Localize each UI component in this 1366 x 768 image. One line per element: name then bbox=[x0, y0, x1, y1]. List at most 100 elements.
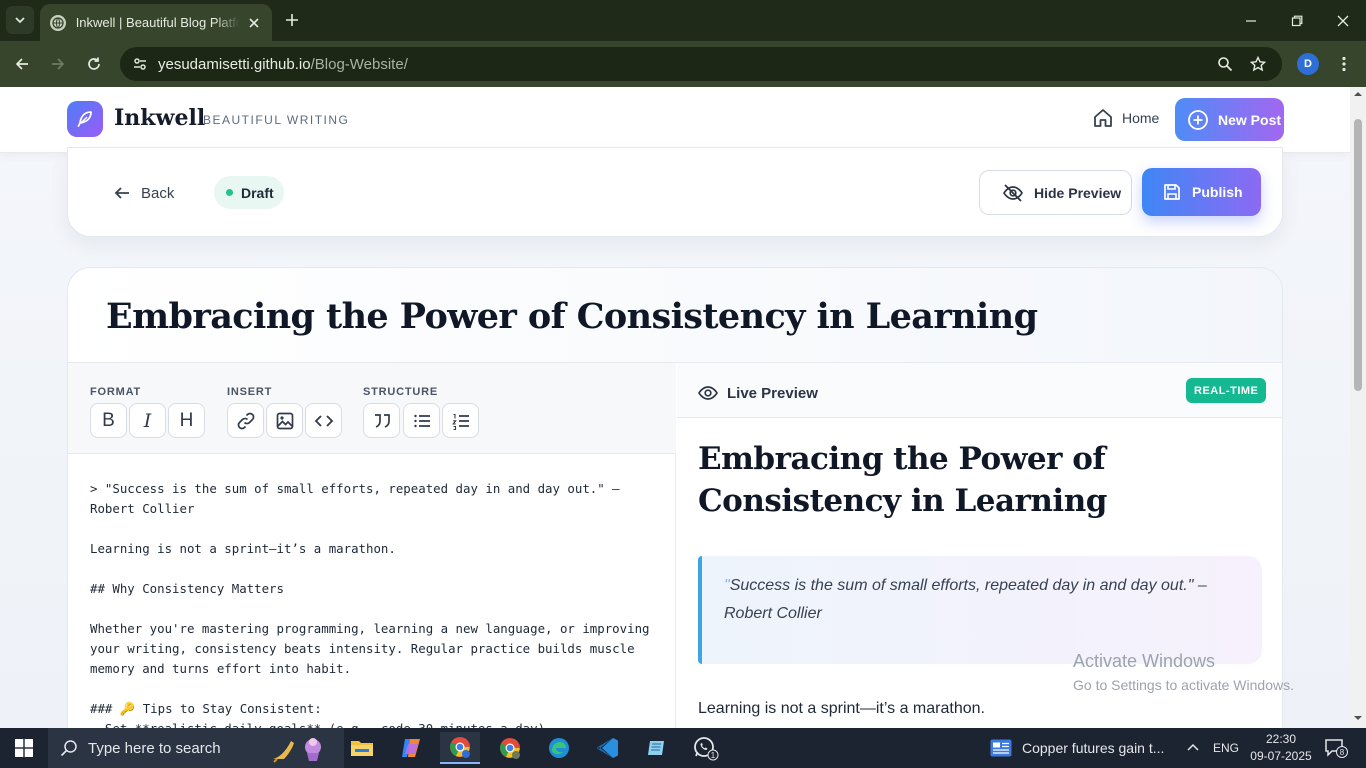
bold-button[interactable]: B bbox=[90, 403, 127, 438]
bullet-list-button[interactable] bbox=[403, 403, 440, 438]
italic-icon: I bbox=[143, 409, 152, 432]
hide-preview-button[interactable]: Hide Preview bbox=[979, 170, 1132, 215]
close-window-button[interactable] bbox=[1320, 0, 1366, 41]
back-button[interactable]: Back bbox=[113, 184, 174, 202]
notification-icon: 8 bbox=[1325, 739, 1348, 758]
zoom-button[interactable] bbox=[1211, 50, 1239, 78]
reload-icon bbox=[88, 57, 100, 70]
tray-overflow-button[interactable] bbox=[1186, 728, 1200, 768]
reload-button[interactable] bbox=[80, 50, 108, 78]
code-icon bbox=[314, 414, 333, 427]
heading-button[interactable]: H bbox=[168, 403, 205, 438]
windows-taskbar: Type here to search 1 Copper futures gai… bbox=[0, 728, 1366, 768]
home-nav-link[interactable]: Home bbox=[1092, 107, 1159, 129]
insert-code-button[interactable] bbox=[305, 403, 342, 438]
italic-button[interactable]: I bbox=[129, 403, 166, 438]
activate-windows-title: Activate Windows bbox=[1073, 651, 1216, 671]
structure-group-label: STRUCTURE bbox=[363, 386, 439, 398]
browser-tab[interactable]: Inkwell | Beautiful Blog Platform bbox=[40, 4, 272, 41]
editor-toolbar-card: Back Draft Hide Preview Publish bbox=[67, 147, 1283, 237]
numbered-list-button[interactable] bbox=[442, 403, 479, 438]
vscode-taskbar-icon[interactable] bbox=[588, 732, 628, 764]
insert-image-button[interactable] bbox=[266, 403, 303, 438]
chrome-taskbar-icon[interactable] bbox=[440, 732, 480, 764]
insert-group-label: INSERT bbox=[227, 386, 273, 398]
preview-quote-text: "Success is the sum of small efforts, re… bbox=[724, 572, 1240, 628]
browser-menu-button[interactable] bbox=[1330, 50, 1358, 78]
new-post-label: New Post bbox=[1218, 111, 1282, 128]
edge-taskbar-icon[interactable] bbox=[539, 732, 579, 764]
windows-logo-icon bbox=[15, 739, 33, 757]
brand-tagline: BEAUTIFUL WRITING bbox=[203, 113, 350, 127]
image-icon bbox=[276, 412, 293, 429]
url-text: yesudamisetti.github.io/Blog-Website/ bbox=[158, 56, 408, 73]
scrollbar-thumb[interactable] bbox=[1354, 119, 1362, 391]
activate-windows-watermark: Activate Windows Go to Settings to activ… bbox=[1073, 651, 1294, 693]
file-explorer-taskbar-icon[interactable] bbox=[342, 732, 382, 764]
news-widget[interactable]: Copper futures gain t... bbox=[990, 728, 1164, 768]
arrow-left-icon bbox=[114, 187, 129, 199]
home-icon bbox=[1094, 109, 1112, 127]
browser-tab-strip: Inkwell | Beautiful Blog Platform bbox=[0, 0, 1366, 41]
live-preview-label: Live Preview bbox=[727, 384, 818, 402]
taskbar-search-box[interactable]: Type here to search bbox=[48, 728, 344, 768]
link-icon bbox=[237, 412, 254, 429]
notification-count: 8 bbox=[1340, 748, 1345, 757]
whatsapp-taskbar-icon[interactable]: 1 bbox=[686, 732, 726, 764]
star-icon bbox=[1250, 56, 1266, 72]
notifications-button[interactable]: 8 bbox=[1324, 728, 1348, 768]
status-badge: Draft bbox=[214, 176, 284, 209]
url-path: /Blog-Website/ bbox=[310, 55, 408, 73]
zoom-icon bbox=[1218, 57, 1233, 72]
copilot-taskbar-icon[interactable] bbox=[391, 732, 431, 764]
site-info-icon[interactable] bbox=[126, 50, 154, 78]
new-post-button[interactable]: New Post bbox=[1175, 98, 1284, 141]
preview-title: Embracing the Power of Consistency in Le… bbox=[698, 441, 1107, 519]
hide-preview-label: Hide Preview bbox=[1034, 184, 1122, 201]
scroll-up-icon[interactable] bbox=[1350, 89, 1366, 99]
address-bar[interactable]: yesudamisetti.github.io/Blog-Website/ bbox=[120, 47, 1282, 81]
tab-search-button[interactable] bbox=[6, 6, 34, 34]
start-button[interactable] bbox=[0, 728, 48, 768]
profile-avatar[interactable]: D bbox=[1297, 53, 1319, 75]
input-language[interactable]: ENG bbox=[1213, 728, 1239, 768]
forward-nav-button[interactable] bbox=[44, 50, 72, 78]
scroll-down-icon[interactable] bbox=[1350, 713, 1366, 723]
page-scrollbar[interactable] bbox=[1350, 87, 1366, 728]
feather-logo-icon[interactable] bbox=[67, 101, 103, 137]
realtime-badge: REAL-TIME bbox=[1186, 378, 1267, 403]
preview-header: Live Preview REAL-TIME bbox=[677, 363, 1282, 418]
quote-icon bbox=[374, 413, 390, 428]
title-area: Embracing the Power of Consistency in Le… bbox=[68, 268, 1282, 363]
news-icon bbox=[990, 739, 1012, 757]
minimize-button[interactable] bbox=[1228, 0, 1274, 41]
home-nav-label: Home bbox=[1122, 110, 1160, 126]
status-label: Draft bbox=[241, 184, 274, 201]
format-group-label: FORMAT bbox=[90, 386, 142, 398]
page-viewport: Inkwell BEAUTIFUL WRITING Home New Post … bbox=[0, 87, 1350, 728]
whatsapp-badge: 1 bbox=[711, 751, 716, 760]
markdown-editor-pane: FORMAT INSERT STRUCTURE B I H > "Success… bbox=[68, 363, 676, 728]
more-vertical-icon bbox=[1342, 56, 1346, 72]
arrow-left-icon bbox=[15, 58, 28, 70]
activate-windows-subtitle: Go to Settings to activate Windows. bbox=[1073, 677, 1294, 693]
site-header: Inkwell BEAUTIFUL WRITING Home New Post bbox=[0, 87, 1350, 153]
insert-link-button[interactable] bbox=[227, 403, 264, 438]
quote-button[interactable] bbox=[363, 403, 400, 438]
chevron-up-icon bbox=[1187, 743, 1199, 751]
markdown-textarea[interactable]: > "Success is the sum of small efforts, … bbox=[90, 479, 660, 728]
restore-icon bbox=[1291, 15, 1303, 26]
brand-name[interactable]: Inkwell bbox=[114, 105, 205, 131]
back-nav-button[interactable] bbox=[8, 50, 36, 78]
restore-button[interactable] bbox=[1274, 0, 1320, 41]
bookmark-button[interactable] bbox=[1244, 50, 1272, 78]
clock-time: 22:30 bbox=[1265, 732, 1297, 746]
new-tab-button[interactable] bbox=[280, 8, 304, 32]
taskbar-clock[interactable]: 22:30 09-07-2025 bbox=[1246, 731, 1316, 765]
tab-close-button[interactable] bbox=[246, 15, 262, 31]
chrome-profile-taskbar-icon[interactable] bbox=[490, 732, 530, 764]
back-label: Back bbox=[141, 184, 175, 202]
publish-button[interactable]: Publish bbox=[1142, 168, 1261, 216]
app-taskbar-icon[interactable] bbox=[637, 732, 677, 764]
post-title-input[interactable]: Embracing the Power of Consistency in Le… bbox=[106, 296, 1038, 337]
